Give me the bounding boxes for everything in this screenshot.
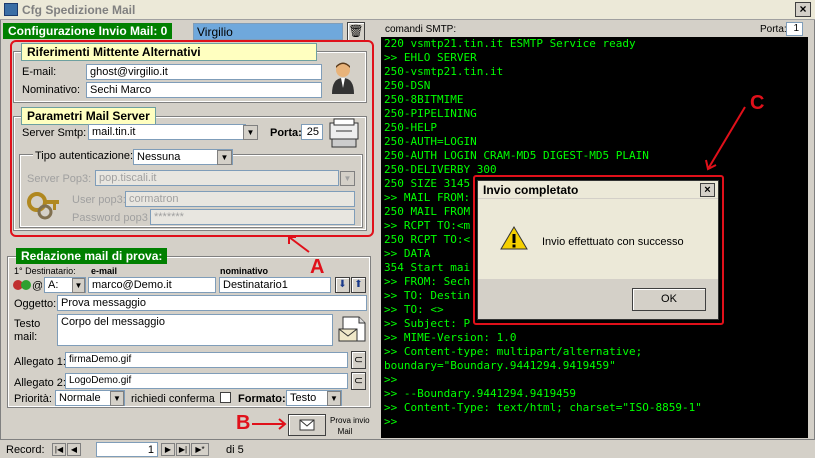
smtp-log-line: >> MIME-Version: 1.0 bbox=[384, 331, 517, 344]
annotation-arrow-c bbox=[703, 105, 753, 175]
smtp-log-label: comandi SMTP: bbox=[385, 24, 457, 35]
priority-dropdown-arrow[interactable]: ▼ bbox=[110, 391, 124, 406]
annotation-box-c bbox=[473, 175, 724, 325]
smtp-log-line: >> MAIL FROM: bbox=[384, 191, 471, 204]
compose-header: Redazione mail di prova: bbox=[16, 248, 168, 264]
new-record-button[interactable]: ▶* bbox=[191, 443, 209, 456]
form-icon bbox=[4, 3, 18, 16]
smtp-log-line: >> Content-Type: text/html; charset="ISO… bbox=[384, 401, 702, 414]
smtp-log-line: >> TO: <> bbox=[384, 303, 444, 316]
attachment2-label: Allegato 2: bbox=[14, 377, 66, 389]
smtp-log-line: >> bbox=[384, 415, 398, 428]
email-column-label: e-mail bbox=[91, 266, 118, 276]
smtp-log-line: >> Subject: P bbox=[384, 317, 471, 330]
first-record-button[interactable]: |◀ bbox=[52, 443, 66, 456]
smtp-log-line: 250-PIPELINING bbox=[384, 107, 477, 120]
smtp-log-line: >> RCPT TO:<m bbox=[384, 219, 471, 232]
smtp-log-line: boundary="Boundary.9441294.9419459" bbox=[384, 359, 616, 372]
priority-label: Priorità: bbox=[14, 393, 52, 405]
window-title: Cfg Spedizione Mail bbox=[22, 3, 136, 17]
arrow-down-icon[interactable]: ⬇ bbox=[335, 277, 350, 293]
recipient-name-field[interactable]: Destinatario1 bbox=[219, 277, 331, 293]
body-label-2: mail: bbox=[14, 331, 38, 343]
attachment1-label: Allegato 1: bbox=[14, 356, 66, 368]
smtp-log-line: 250-vsmtp21.tin.it bbox=[384, 65, 504, 78]
format-dropdown-arrow[interactable]: ▼ bbox=[327, 391, 341, 406]
paperclip-icon-2[interactable]: ⊂ bbox=[351, 372, 366, 390]
smtp-port-field[interactable]: 1 bbox=[786, 22, 803, 36]
annotation-box-a bbox=[10, 40, 374, 237]
recipient-email-field[interactable]: marco@Demo.it bbox=[88, 277, 216, 293]
annotation-label-b: B bbox=[236, 412, 251, 434]
smtp-log-line: 250 RCPT TO:< bbox=[384, 233, 471, 246]
smtp-log-line: >> DATA bbox=[384, 247, 431, 260]
name-column-label: nominativo bbox=[220, 266, 269, 276]
smtp-log-line: >> Content-type: multipart/alternative; bbox=[384, 345, 643, 358]
smtp-log-line: >> FROM: Sech bbox=[384, 275, 471, 288]
smtp-log-line: >> EHLO SERVER bbox=[384, 51, 477, 64]
attachment1-field[interactable]: firmaDemo.gif bbox=[65, 352, 348, 368]
smtp-log-line: 250 MAIL FROM bbox=[384, 205, 471, 218]
smtp-log-line: >> TO: Destin bbox=[384, 289, 471, 302]
config-name-field[interactable]: Virgilio bbox=[193, 23, 343, 40]
smtp-log-line: 250-DSN bbox=[384, 79, 431, 92]
attachment2-field[interactable]: LogoDemo.gif bbox=[65, 373, 348, 389]
record-total: di 5 bbox=[226, 444, 244, 456]
smtp-log-line: 250-8BITMIME bbox=[384, 93, 464, 106]
request-confirm-checkbox[interactable] bbox=[220, 392, 231, 403]
arrow-up-icon[interactable]: ⬆ bbox=[351, 277, 366, 293]
paperclip-icon[interactable]: ⊂ bbox=[351, 351, 366, 369]
annotation-label-c: C bbox=[750, 92, 765, 114]
next-record-button[interactable]: ▶ bbox=[161, 443, 175, 456]
smtp-log-line: 220 vsmtp21.tin.it ESMTP Service ready bbox=[384, 37, 636, 50]
recipient-type-dropdown-arrow[interactable]: ▼ bbox=[72, 278, 85, 293]
smtp-log-line: 250 SIZE 3145 bbox=[384, 177, 471, 190]
subject-label: Oggetto: bbox=[14, 298, 57, 310]
smtp-log-line: >> --Boundary.9441294.9419459 bbox=[384, 387, 577, 400]
smtp-port-label: Porta: bbox=[760, 24, 787, 35]
trash-icon[interactable]: 🗑 bbox=[347, 22, 365, 41]
body-label: Testo bbox=[14, 318, 41, 330]
send-mail-icon bbox=[299, 419, 315, 431]
prev-record-button[interactable]: ◀ bbox=[67, 443, 81, 456]
recipient-label: 1° Destinatario: bbox=[14, 266, 76, 276]
smtp-log-line: 250-AUTH=LOGIN bbox=[384, 135, 477, 148]
smtp-log-line: >> bbox=[384, 373, 398, 386]
close-button[interactable]: × bbox=[795, 2, 811, 17]
send-test-label-2: Mail bbox=[337, 427, 353, 436]
annotation-arrow-b bbox=[252, 416, 288, 432]
send-test-button[interactable] bbox=[288, 414, 326, 436]
body-field[interactable]: Corpo del messaggio bbox=[57, 314, 333, 346]
record-label: Record: bbox=[6, 444, 45, 456]
send-test-label: Prova invio bbox=[330, 416, 370, 425]
address-book-icon[interactable]: @ bbox=[12, 277, 43, 293]
request-confirm-label: richiedi conferma bbox=[131, 393, 215, 405]
smtp-log-line: 250-AUTH LOGIN CRAM-MD5 DIGEST-MD5 PLAIN bbox=[384, 149, 649, 162]
record-number-field[interactable]: 1 bbox=[96, 442, 158, 457]
format-label: Formato: bbox=[238, 393, 286, 405]
last-record-button[interactable]: ▶| bbox=[176, 443, 190, 456]
smtp-log-line: 354 Start mai bbox=[384, 261, 471, 274]
subject-field[interactable]: Prova messaggio bbox=[57, 295, 367, 311]
config-label: Configurazione Invio Mail: 0 bbox=[3, 23, 173, 39]
svg-text:@: @ bbox=[32, 280, 42, 292]
smtp-log-line: 250-HELP bbox=[384, 121, 437, 134]
envelope-icon bbox=[337, 313, 369, 345]
